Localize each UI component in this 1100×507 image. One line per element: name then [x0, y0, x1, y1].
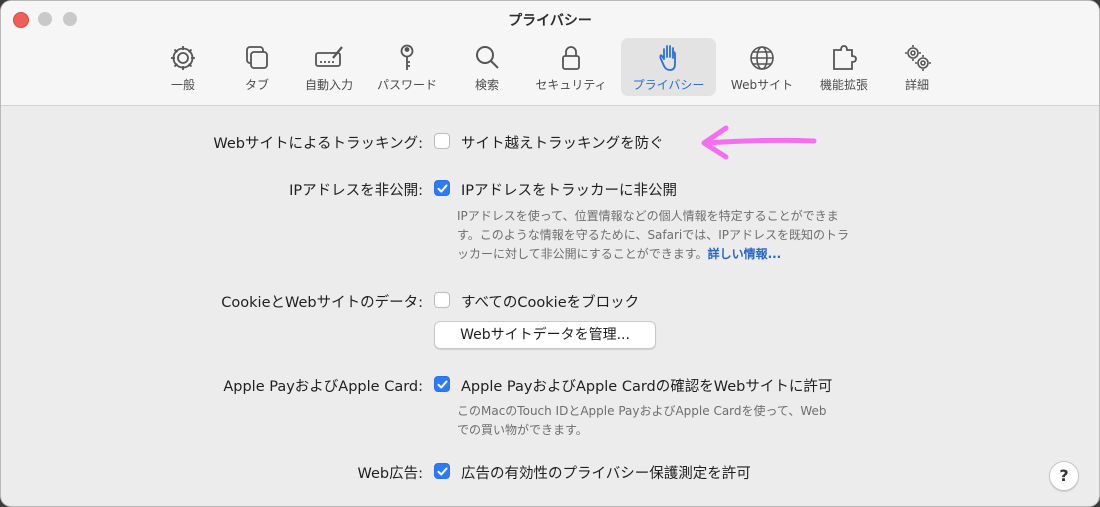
globe-icon	[746, 42, 778, 74]
tab-passwords[interactable]: パスワード	[369, 38, 445, 96]
tab-label: セキュリティ	[535, 78, 607, 92]
ad-measurement-text[interactable]: 広告の有効性のプライバシー保護測定を許可	[461, 462, 751, 483]
hand-icon	[653, 42, 685, 74]
tab-label: Webサイト	[730, 78, 794, 92]
tab-advanced[interactable]: 詳細	[887, 38, 947, 96]
prevent-cross-site-tracking-checkbox[interactable]	[434, 133, 450, 149]
tab-label: パスワード	[376, 78, 437, 92]
key-icon	[391, 42, 423, 74]
title-bar: プライバシー 一般 タブ 自動入力 パスワード 検索 セキュリティ プライバシー…	[1, 1, 1099, 106]
tab-search[interactable]: 検索	[457, 38, 517, 96]
tab-general[interactable]: 一般	[152, 38, 214, 96]
web-ads-label: Web広告:	[357, 466, 424, 482]
hide-ip-checkbox[interactable]	[434, 180, 450, 196]
tabs-icon	[241, 42, 273, 74]
puzzle-icon	[828, 42, 860, 74]
apple-pay-checkbox[interactable]	[434, 376, 450, 392]
help-button[interactable]: ?	[1049, 461, 1079, 491]
tab-autofill[interactable]: 自動入力	[298, 38, 360, 96]
lock-icon	[555, 42, 587, 74]
cookie-label: CookieとWebサイトのデータ:	[221, 295, 423, 311]
gear-icon	[167, 42, 199, 74]
preferences-toolbar: 一般 タブ 自動入力 パスワード 検索 セキュリティ プライバシー Webサイト…	[1, 38, 1099, 98]
description-line: ッカーに対して非公開にすることができます。詳しい情報...	[457, 245, 897, 264]
description-line: す。このような情報を守るために、Safariでは、IPアドレスを既知のトラ	[457, 228, 850, 242]
magnifier-icon	[471, 42, 503, 74]
tracking-label: Webサイトによるトラッキング:	[213, 136, 423, 152]
tab-websites[interactable]: Webサイト	[723, 38, 801, 96]
block-all-cookies-checkbox[interactable]	[434, 292, 450, 308]
checkmark-icon	[437, 184, 448, 193]
window-title: プライバシー	[508, 13, 592, 29]
tab-label: プライバシー	[632, 78, 705, 92]
tab-label: 検索	[474, 78, 499, 92]
tab-label: 詳細	[904, 78, 929, 92]
tab-tabs[interactable]: タブ	[227, 38, 287, 96]
annotation-arrow	[701, 125, 817, 160]
prevent-cross-site-tracking-text[interactable]: サイト越えトラッキングを防ぐ	[461, 132, 664, 153]
tab-privacy[interactable]: プライバシー	[621, 38, 716, 96]
hide-ip-label: IPアドレスを非公開:	[289, 183, 423, 199]
tab-label: タブ	[244, 78, 269, 92]
apple-pay-description: このMacのTouch IDとApple PayおよびApple Cardを使っ…	[457, 402, 897, 440]
gears-icon	[901, 42, 933, 74]
apple-pay-label: Apple PayおよびApple Card:	[223, 379, 423, 395]
description-text: ッカーに対して非公開にすることができます。	[457, 247, 708, 261]
ad-measurement-checkbox[interactable]	[434, 463, 450, 479]
description-line: IPアドレスを使って、位置情報などの個人情報を特定することができま	[457, 209, 839, 223]
hide-ip-description: IPアドレスを使って、位置情報などの個人情報を特定することができま す。このよう…	[457, 207, 897, 264]
checkmark-icon	[437, 380, 448, 389]
autofill-icon	[313, 42, 345, 74]
block-all-cookies-text[interactable]: すべてのCookieをブロック	[461, 291, 639, 312]
safari-preferences-window: プライバシー 一般 タブ 自動入力 パスワード 検索 セキュリティ プライバシー…	[1, 1, 1099, 506]
tab-label: 一般	[170, 78, 195, 92]
learn-more-link[interactable]: 詳しい情報...	[708, 247, 782, 261]
tab-extensions[interactable]: 機能拡張	[811, 38, 877, 96]
tab-security[interactable]: セキュリティ	[527, 38, 615, 96]
tab-label: 自動入力	[304, 78, 353, 92]
apple-pay-text[interactable]: Apple PayおよびApple Cardの確認をWebサイトに許可	[461, 375, 832, 396]
manage-website-data-button[interactable]: Webサイトデータを管理...	[434, 321, 656, 349]
tab-label: 機能拡張	[819, 78, 868, 92]
description-line: での買い物ができます。	[457, 423, 588, 437]
hide-ip-text[interactable]: IPアドレスをトラッカーに非公開	[461, 179, 677, 200]
privacy-pane: Webサイトによるトラッキング: サイト越えトラッキングを防ぐ IPアドレスを非…	[1, 106, 1099, 506]
description-line: このMacのTouch IDとApple PayおよびApple Cardを使っ…	[457, 404, 827, 418]
checkmark-icon	[437, 467, 448, 476]
